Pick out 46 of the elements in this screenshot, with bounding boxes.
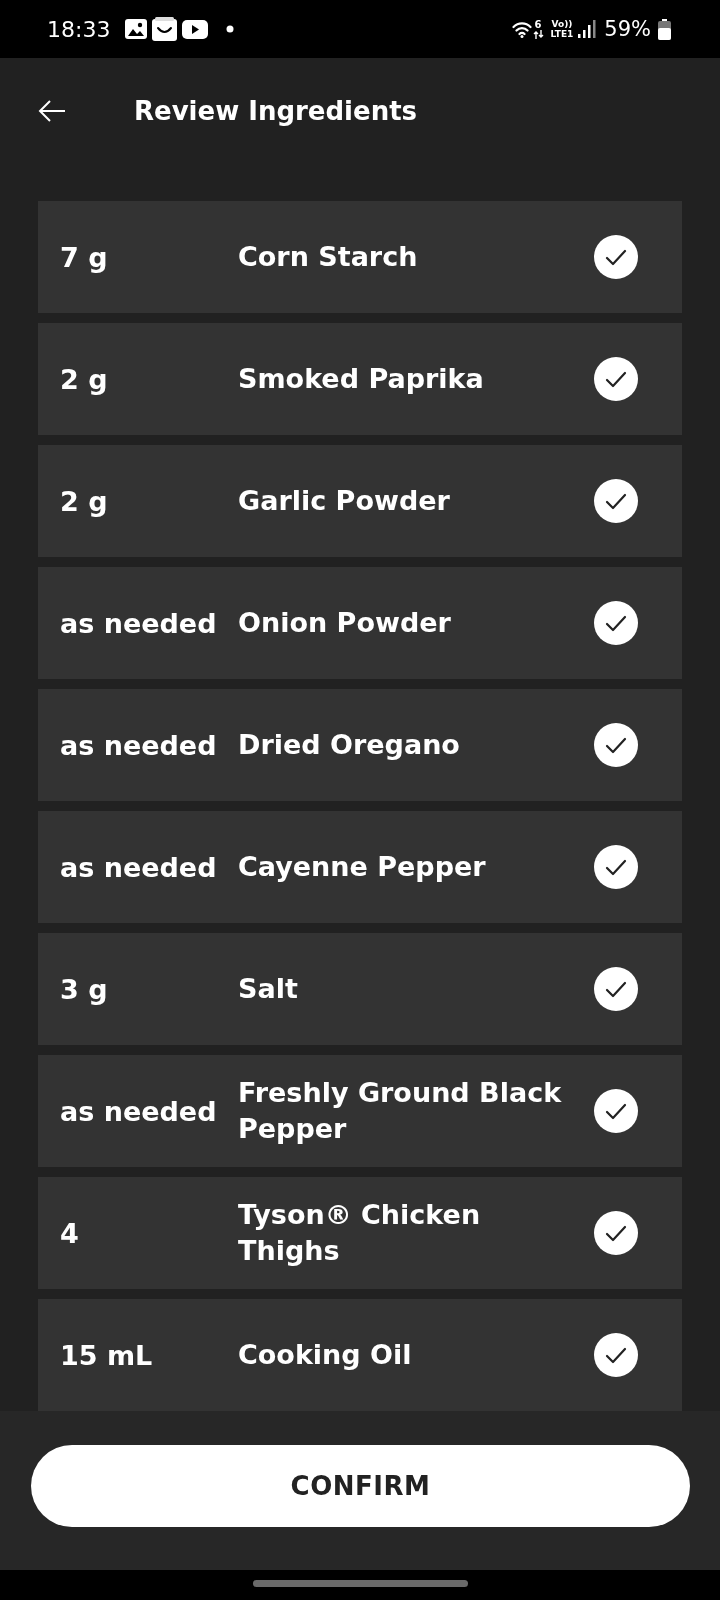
check-circle-icon[interactable]: [594, 479, 638, 523]
battery-icon: [658, 18, 671, 40]
ingredient-quantity: as needed: [60, 729, 218, 761]
ingredient-name: Smoked Paprika: [238, 362, 485, 396]
confirm-button[interactable]: CONFIRM: [31, 1445, 690, 1527]
ingredient-quantity: 3 g: [60, 973, 109, 1005]
check-circle-icon[interactable]: [594, 1333, 638, 1377]
notification-dot-icon: [226, 25, 235, 33]
data-arrows-icon: [532, 29, 544, 39]
ingredient-name: Cooking Oil: [238, 1338, 413, 1372]
ingredient-quantity: 15 mL: [60, 1339, 154, 1371]
wifi-icon: [511, 20, 532, 38]
lte-label: LTE1: [550, 29, 574, 39]
check-circle-icon[interactable]: [594, 601, 638, 645]
video-play-icon: [182, 19, 209, 39]
ingredient-quantity: 2 g: [60, 485, 109, 517]
check-circle-icon[interactable]: [594, 357, 638, 401]
wifi-standard-label: 6: [534, 19, 542, 30]
check-circle-icon[interactable]: [594, 845, 638, 889]
check-circle-icon[interactable]: [594, 723, 638, 767]
home-handle[interactable]: [252, 1580, 468, 1587]
ingredient-name: Freshly Ground Black Pepper: [238, 1076, 563, 1146]
ingredient-quantity: 2 g: [60, 363, 109, 395]
ingredient-name: Dried Oregano: [238, 728, 461, 762]
ingredient-name: Corn Starch: [238, 240, 419, 274]
page-title: Review Ingredients: [134, 96, 418, 126]
ingredient-quantity: 4: [60, 1217, 80, 1249]
ingredient-quantity: as needed: [60, 851, 218, 883]
ingredient-name: Tyson® Chicken Thighs: [238, 1198, 482, 1268]
ingredient-name: Garlic Powder: [238, 484, 451, 518]
signal-icon: [578, 20, 597, 38]
gallery-icon: [125, 19, 148, 39]
ingredient-name: Salt: [238, 972, 299, 1006]
ingredient-quantity: as needed: [60, 607, 218, 639]
check-circle-icon[interactable]: [594, 967, 638, 1011]
check-circle-icon[interactable]: [594, 235, 638, 279]
ingredient-name: Cayenne Pepper: [238, 850, 487, 884]
check-circle-icon[interactable]: [594, 1089, 638, 1133]
ingredient-quantity: 7 g: [60, 241, 109, 273]
smile-bag-icon: [152, 17, 178, 41]
check-circle-icon[interactable]: [594, 1211, 638, 1255]
volte-label: Vo)): [551, 19, 573, 29]
battery-percent: 59%: [604, 17, 651, 41]
status-time: 18:33: [47, 16, 111, 42]
ingredient-name: Onion Powder: [238, 606, 452, 640]
ingredient-quantity: as needed: [60, 1095, 218, 1127]
